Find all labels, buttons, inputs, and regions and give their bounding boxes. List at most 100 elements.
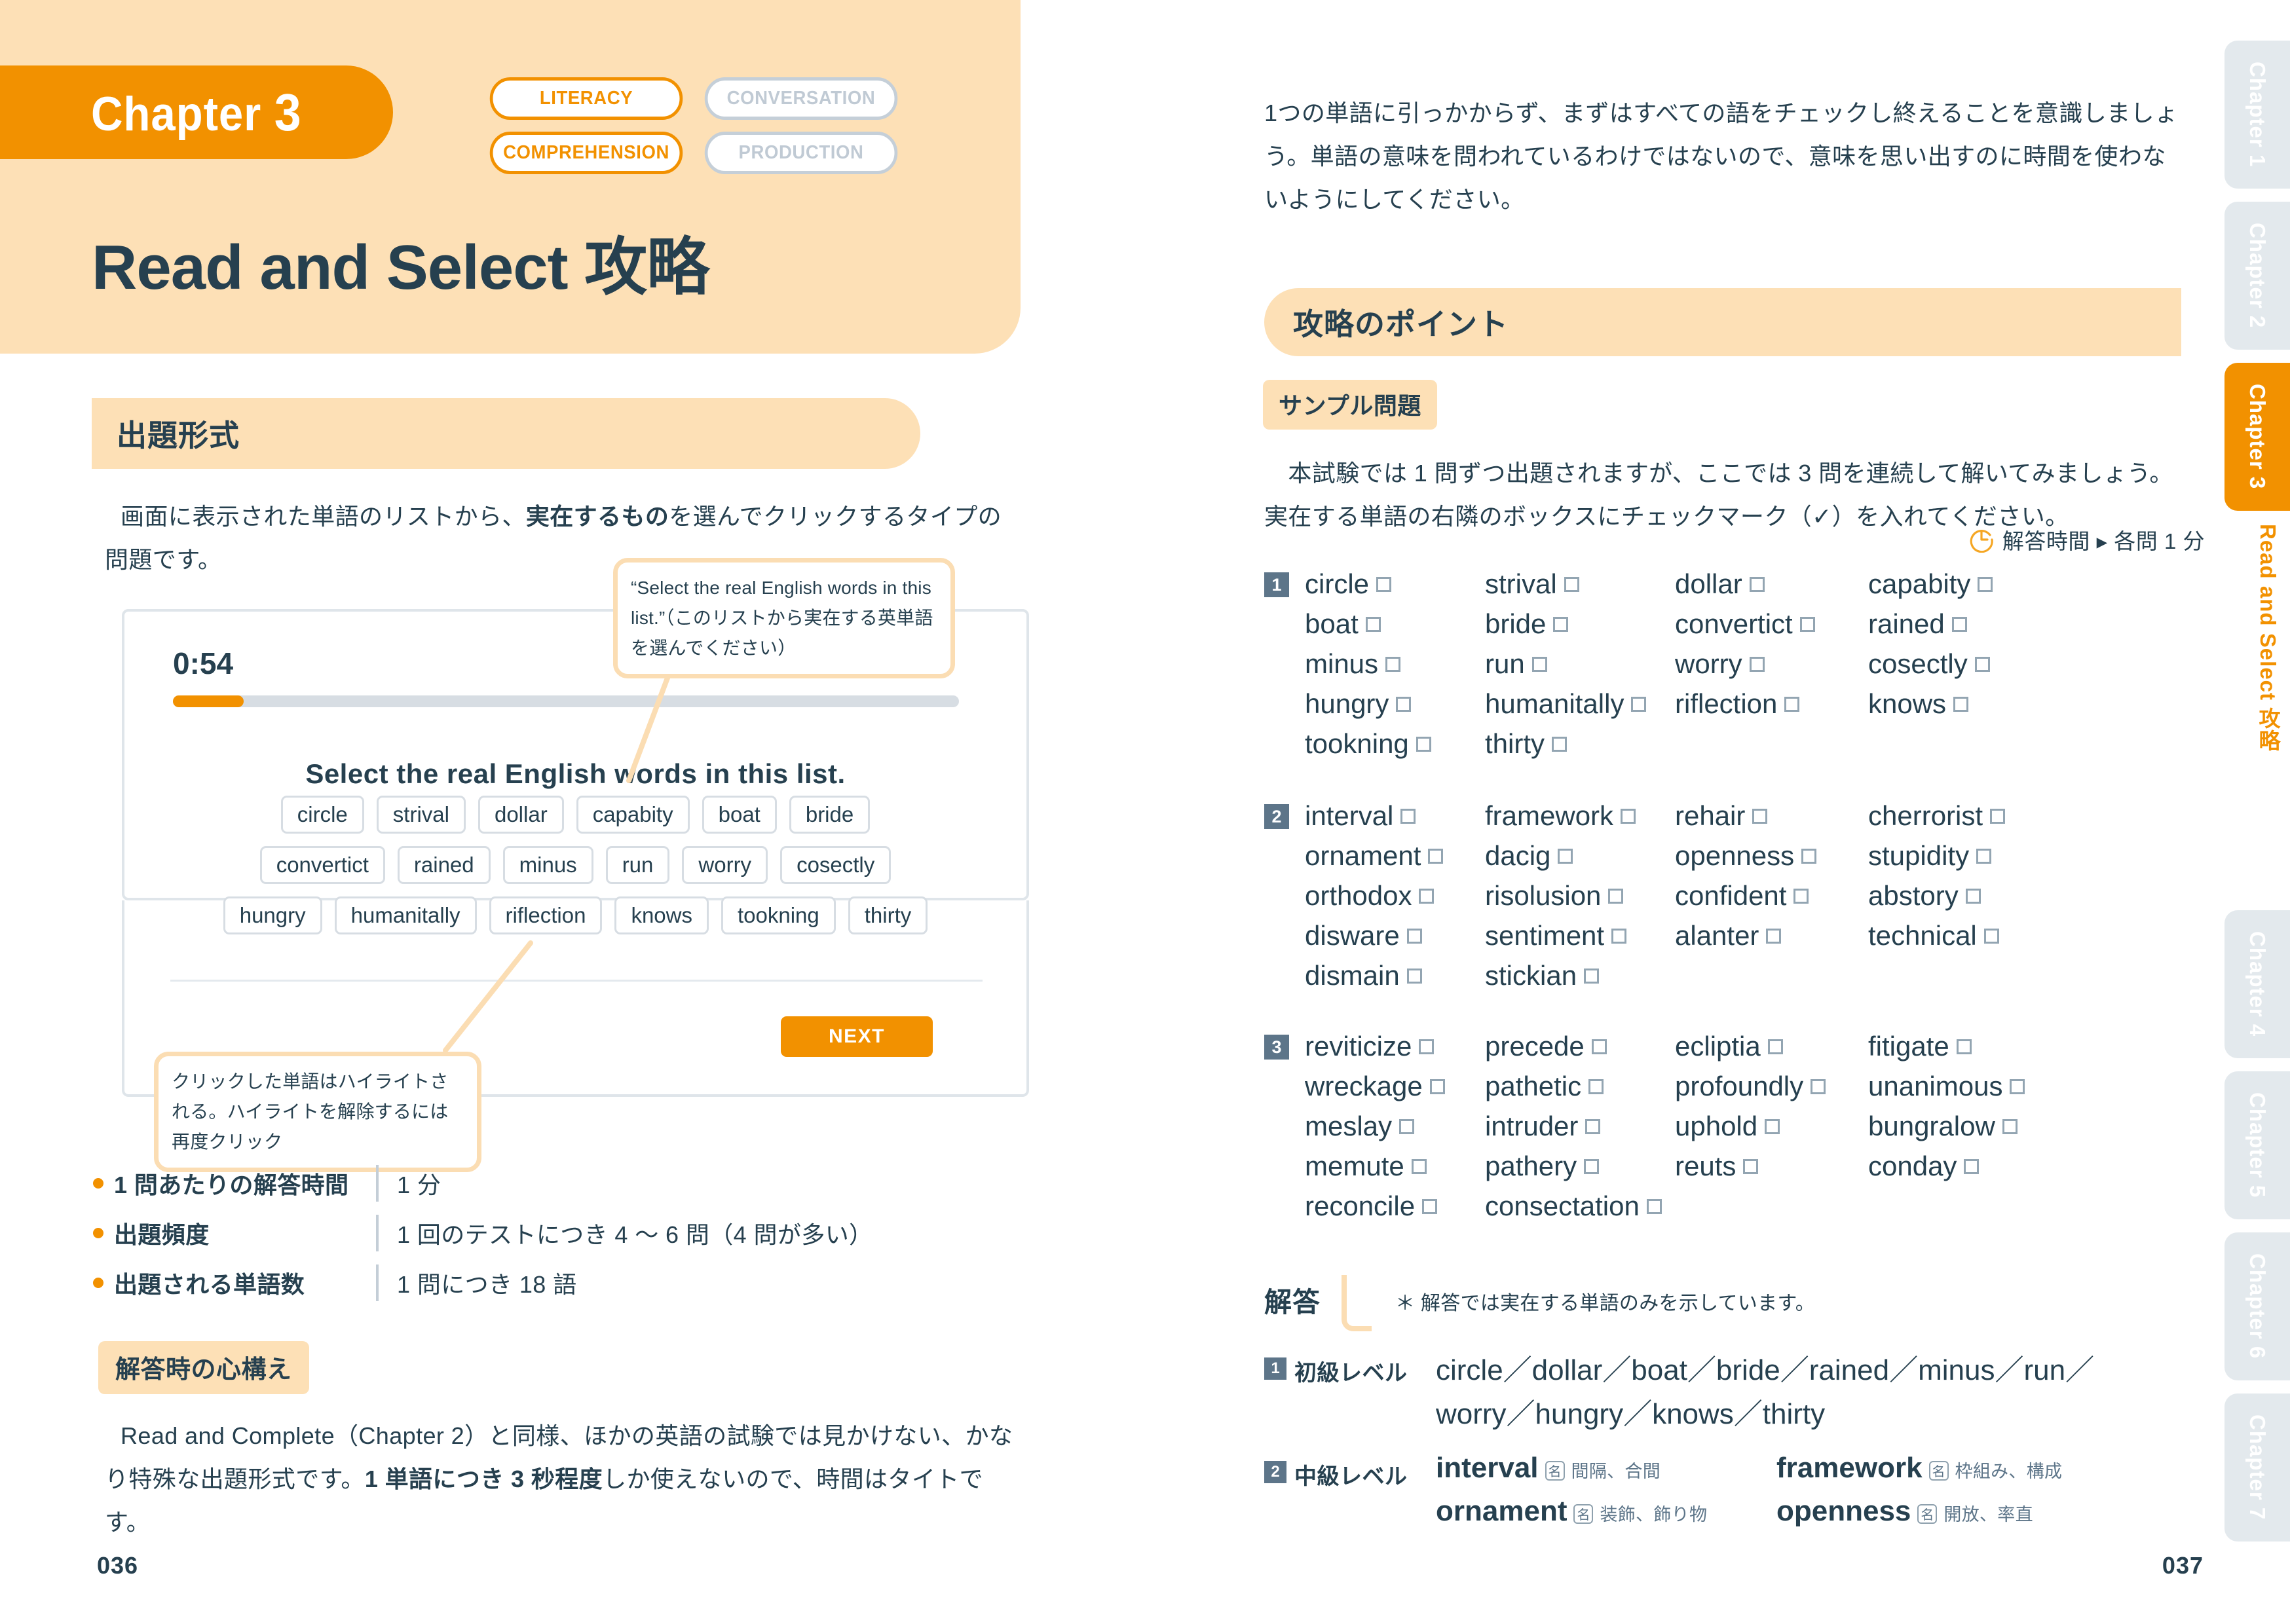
chapter-tab-6[interactable]: Chapter 6 xyxy=(2224,1232,2290,1380)
word-chip[interactable]: boat xyxy=(702,796,777,834)
checkbox[interactable] xyxy=(1983,928,1999,944)
word-chip[interactable]: bride xyxy=(789,796,871,834)
word-chip[interactable]: capabity xyxy=(576,796,690,834)
checkbox[interactable] xyxy=(1621,808,1636,824)
exercise-word-item[interactable]: orthodox xyxy=(1305,880,1485,912)
checkbox[interactable] xyxy=(1428,848,1444,864)
checkbox[interactable] xyxy=(1585,1118,1601,1134)
exercise-word-item[interactable]: pathetic xyxy=(1485,1071,1675,1102)
checkbox[interactable] xyxy=(1422,1198,1438,1214)
checkbox[interactable] xyxy=(1591,1039,1607,1054)
exercise-word-item[interactable]: framework xyxy=(1485,800,1675,832)
exercise-word-item[interactable]: wreckage xyxy=(1305,1071,1485,1102)
exercise-word-item[interactable]: tookning xyxy=(1305,728,1485,760)
next-button[interactable]: NEXT xyxy=(781,1016,933,1057)
checkbox[interactable] xyxy=(2002,1118,2018,1134)
checkbox[interactable] xyxy=(1611,928,1627,944)
chapter-tab-1[interactable]: Chapter 1 xyxy=(2224,41,2290,189)
word-chip[interactable]: rained xyxy=(397,846,491,884)
exercise-word-item[interactable]: circle xyxy=(1305,568,1485,600)
exercise-word-item[interactable]: memute xyxy=(1305,1151,1485,1182)
skill-pill-literacy[interactable]: LITERACY xyxy=(489,77,683,120)
exercise-word-item[interactable]: technical xyxy=(1868,920,2084,951)
exercise-word-item[interactable]: bungralow xyxy=(1868,1111,2084,1142)
checkbox[interactable] xyxy=(1631,696,1647,712)
word-chip[interactable]: cosectly xyxy=(780,846,892,884)
exercise-word-item[interactable]: hungry xyxy=(1305,688,1485,720)
word-chip[interactable]: knows xyxy=(614,896,709,934)
exercise-word-item[interactable]: cherrorist xyxy=(1868,800,2084,832)
checkbox[interactable] xyxy=(2010,1079,2025,1094)
checkbox[interactable] xyxy=(1964,1158,1980,1174)
checkbox[interactable] xyxy=(1531,656,1547,672)
checkbox[interactable] xyxy=(1743,1158,1759,1174)
word-chip[interactable]: humanitally xyxy=(334,896,477,934)
exercise-word-item[interactable]: stupidity xyxy=(1868,840,2084,872)
exercise-word-item[interactable]: riflection xyxy=(1675,688,1868,720)
checkbox[interactable] xyxy=(1767,1039,1783,1054)
exercise-word-item[interactable]: rained xyxy=(1868,608,2084,640)
checkbox[interactable] xyxy=(1766,928,1782,944)
exercise-word-item[interactable]: confident xyxy=(1675,880,1868,912)
checkbox[interactable] xyxy=(1978,576,1993,592)
checkbox[interactable] xyxy=(1749,576,1765,592)
exercise-word-item[interactable]: pathery xyxy=(1485,1151,1675,1182)
exercise-word-item[interactable]: dollar xyxy=(1675,568,1868,600)
exercise-word-item[interactable]: dismain xyxy=(1305,960,1485,991)
exercise-word-item[interactable]: cosectly xyxy=(1868,648,2084,680)
checkbox[interactable] xyxy=(1811,1079,1826,1094)
chapter-tab-4[interactable]: Chapter 4 xyxy=(2224,910,2290,1058)
exercise-word-item[interactable]: convertict xyxy=(1675,608,1868,640)
word-chip[interactable]: worry xyxy=(682,846,768,884)
checkbox[interactable] xyxy=(1376,576,1392,592)
exercise-word-item[interactable]: consectation xyxy=(1485,1190,1675,1222)
word-chip[interactable]: dollar xyxy=(478,796,564,834)
word-chip[interactable]: convertict xyxy=(259,846,385,884)
exercise-word-item[interactable]: knows xyxy=(1868,688,2084,720)
exercise-word-item[interactable]: stickian xyxy=(1485,960,1675,991)
exercise-word-item[interactable]: openness xyxy=(1675,840,1868,872)
checkbox[interactable] xyxy=(1749,656,1765,672)
exercise-word-item[interactable]: ecliptia xyxy=(1675,1031,1868,1062)
checkbox[interactable] xyxy=(1646,1198,1662,1214)
exercise-word-item[interactable]: reviticize xyxy=(1305,1031,1485,1062)
exercise-word-item[interactable]: boat xyxy=(1305,608,1485,640)
exercise-word-item[interactable]: disware xyxy=(1305,920,1485,951)
checkbox[interactable] xyxy=(1419,888,1435,904)
word-chip[interactable]: strival xyxy=(376,796,466,834)
checkbox[interactable] xyxy=(1799,616,1815,632)
exercise-word-item[interactable]: profoundly xyxy=(1675,1071,1868,1102)
checkbox[interactable] xyxy=(1584,1158,1600,1174)
checkbox[interactable] xyxy=(1365,616,1381,632)
exercise-word-item[interactable]: sentiment xyxy=(1485,920,1675,951)
checkbox[interactable] xyxy=(1406,928,1422,944)
checkbox[interactable] xyxy=(1558,848,1573,864)
word-chip[interactable]: thirty xyxy=(848,896,928,934)
checkbox[interactable] xyxy=(1801,848,1817,864)
checkbox[interactable] xyxy=(1416,736,1431,752)
checkbox[interactable] xyxy=(1411,1158,1427,1174)
skill-pill-production[interactable]: PRODUCTION xyxy=(704,132,898,174)
exercise-word-item[interactable]: fitigate xyxy=(1868,1031,2084,1062)
exercise-word-item[interactable]: unanimous xyxy=(1868,1071,2084,1102)
checkbox[interactable] xyxy=(1976,848,1992,864)
word-chip[interactable]: circle xyxy=(280,796,364,834)
checkbox[interactable] xyxy=(1552,736,1567,752)
skill-pill-comprehension[interactable]: COMPREHENSION xyxy=(489,132,683,174)
exercise-word-item[interactable]: meslay xyxy=(1305,1111,1485,1142)
exercise-word-item[interactable]: run xyxy=(1485,648,1675,680)
chapter-tab-7[interactable]: Chapter 7 xyxy=(2224,1393,2290,1541)
checkbox[interactable] xyxy=(1990,808,2006,824)
exercise-word-item[interactable]: uphold xyxy=(1675,1111,1868,1142)
checkbox[interactable] xyxy=(1965,888,1981,904)
exercise-word-item[interactable]: intruder xyxy=(1485,1111,1675,1142)
checkbox[interactable] xyxy=(1396,696,1412,712)
checkbox[interactable] xyxy=(1951,616,1967,632)
exercise-word-item[interactable]: interval xyxy=(1305,800,1485,832)
exercise-word-item[interactable]: alanter xyxy=(1675,920,1868,951)
word-chip[interactable]: run xyxy=(605,846,670,884)
exercise-word-item[interactable]: minus xyxy=(1305,648,1485,680)
exercise-word-item[interactable]: risolusion xyxy=(1485,880,1675,912)
word-chip[interactable]: riflection xyxy=(489,896,603,934)
checkbox[interactable] xyxy=(1429,1079,1445,1094)
